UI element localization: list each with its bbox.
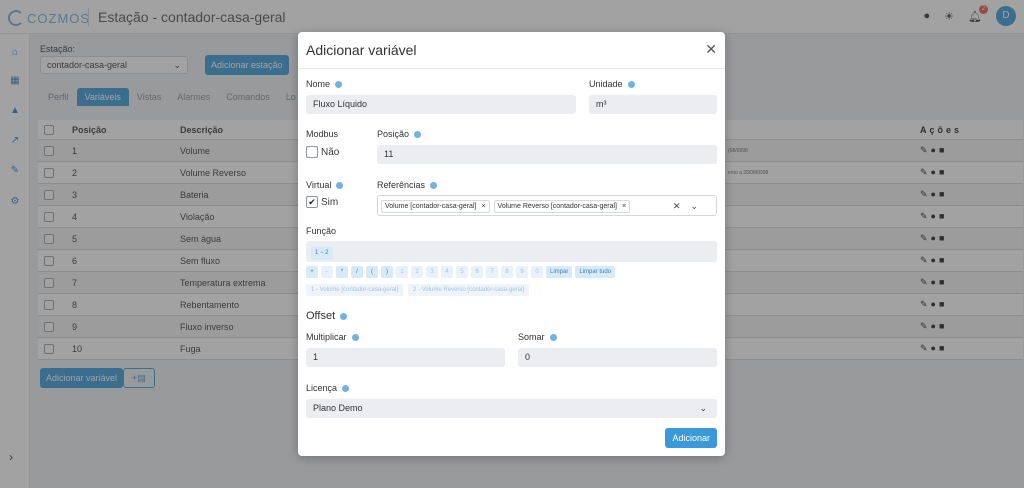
references-multiselect[interactable]: Volume [contador-casa-geral] × Volume Reve… [377, 195, 717, 216]
digit-0-button[interactable]: 0 [531, 266, 543, 278]
reference-tag: Volume Reverso [contador-casa-geral] × [493, 200, 631, 213]
modbus-option-text: Não [321, 146, 340, 158]
virtual-label-text: Virtual [306, 180, 332, 190]
name-label-text: Nome [306, 79, 331, 89]
license-select-value: Plano Demo [313, 403, 363, 413]
license-label-text: Licença [306, 383, 338, 393]
name-label: Nome [306, 79, 343, 89]
info-icon[interactable] [549, 333, 557, 341]
reference-tag-label: Volume Reverso [contador-casa-geral] [497, 203, 617, 210]
multiply-label-text: Multiplicar [306, 332, 347, 342]
chevron-down-icon[interactable]: ⌄ [690, 201, 708, 211]
info-icon[interactable] [340, 312, 348, 320]
license-label: Licença [306, 383, 350, 393]
clear-all-button[interactable]: Limpar tudo [575, 266, 616, 278]
info-icon[interactable] [336, 181, 344, 189]
unit-field[interactable]: m³ [589, 95, 717, 114]
info-icon[interactable] [627, 80, 635, 88]
clear-icon[interactable]: ✕ [673, 201, 691, 211]
offset-section-title: Offset [306, 310, 348, 322]
digit-8-button[interactable]: 8 [501, 266, 513, 278]
digit-6-button[interactable]: 6 [471, 266, 483, 278]
virtual-checkbox[interactable]: ✔ Sim [306, 196, 338, 208]
add-label-text: Somar [518, 332, 545, 342]
info-icon[interactable] [342, 384, 350, 392]
license-select[interactable]: Plano Demo ⌄ [306, 399, 717, 418]
digit-5-button[interactable]: 5 [456, 266, 468, 278]
digit-9-button[interactable]: 9 [516, 266, 528, 278]
function-label: Função [306, 226, 337, 236]
op-minus-button[interactable]: - [321, 266, 333, 278]
info-icon[interactable] [414, 130, 422, 138]
modbus-checkbox[interactable]: Não [306, 146, 339, 158]
close-icon[interactable]: ✕ [705, 41, 717, 58]
references-label-text: Referências [377, 180, 426, 190]
multiply-label: Multiplicar [306, 332, 359, 342]
references-controls: ✕⌄ [673, 200, 708, 213]
digit-3-button[interactable]: 3 [426, 266, 438, 278]
digit-2-button[interactable]: 2 [411, 266, 423, 278]
modal-divider [298, 68, 725, 69]
modbus-label: Modbus [306, 129, 339, 139]
reference-chip-1[interactable]: 1 - Volume [contador-casa-geral] [306, 284, 404, 296]
reference-chip-2[interactable]: 2 - Volume Reverso [contador-casa-geral] [408, 284, 530, 296]
references-label: Referências [377, 180, 438, 190]
unit-label-text: Unidade [589, 79, 623, 89]
reference-tag-label: Volume [contador-casa-geral] [385, 203, 477, 210]
function-keypad: + - * / ( ) 1 2 3 4 5 6 7 8 9 0 Limpar L… [306, 266, 616, 278]
clear-button[interactable]: Limpar [546, 266, 573, 278]
unit-label: Unidade [589, 79, 635, 89]
position-field[interactable]: 11 [377, 145, 717, 164]
remove-tag-icon[interactable]: × [481, 200, 485, 213]
info-icon[interactable] [335, 80, 343, 88]
virtual-label: Virtual [306, 180, 344, 190]
op-divide-button[interactable]: / [351, 266, 363, 278]
name-field[interactable]: Fluxo Líquido [306, 95, 576, 114]
op-open-paren-button[interactable]: ( [366, 266, 378, 278]
remove-tag-icon[interactable]: × [622, 200, 626, 213]
offset-label-text: Offset [306, 310, 336, 322]
function-expression: 1 − 2 [311, 247, 333, 260]
add-field[interactable]: 0 [518, 348, 717, 367]
reference-chips: 1 - Volume [contador-casa-geral] 2 - Vol… [306, 284, 530, 296]
add-variable-modal: Adicionar variável ✕ Nome Fluxo Líquido … [298, 32, 725, 456]
reference-tag: Volume [contador-casa-geral] × [381, 200, 490, 213]
add-label: Somar [518, 332, 557, 342]
position-label: Posição [377, 129, 422, 139]
modal-title: Adicionar variável [306, 42, 417, 58]
checkbox-box[interactable] [306, 146, 318, 158]
chevron-down-icon: ⌄ [699, 403, 707, 413]
digit-4-button[interactable]: 4 [441, 266, 453, 278]
multiply-field[interactable]: 1 [306, 348, 505, 367]
digit-7-button[interactable]: 7 [486, 266, 498, 278]
digit-1-button[interactable]: 1 [396, 266, 408, 278]
submit-button[interactable]: Adicionar [665, 428, 717, 448]
op-plus-button[interactable]: + [306, 266, 318, 278]
op-multiply-button[interactable]: * [336, 266, 348, 278]
virtual-option-text: Sim [321, 196, 339, 208]
function-field[interactable]: 1 − 2 [306, 241, 717, 262]
info-icon[interactable] [351, 333, 359, 341]
op-close-paren-button[interactable]: ) [381, 266, 393, 278]
position-label-text: Posição [377, 129, 410, 139]
check-icon[interactable]: ✔ [306, 196, 318, 208]
info-icon[interactable] [430, 181, 438, 189]
